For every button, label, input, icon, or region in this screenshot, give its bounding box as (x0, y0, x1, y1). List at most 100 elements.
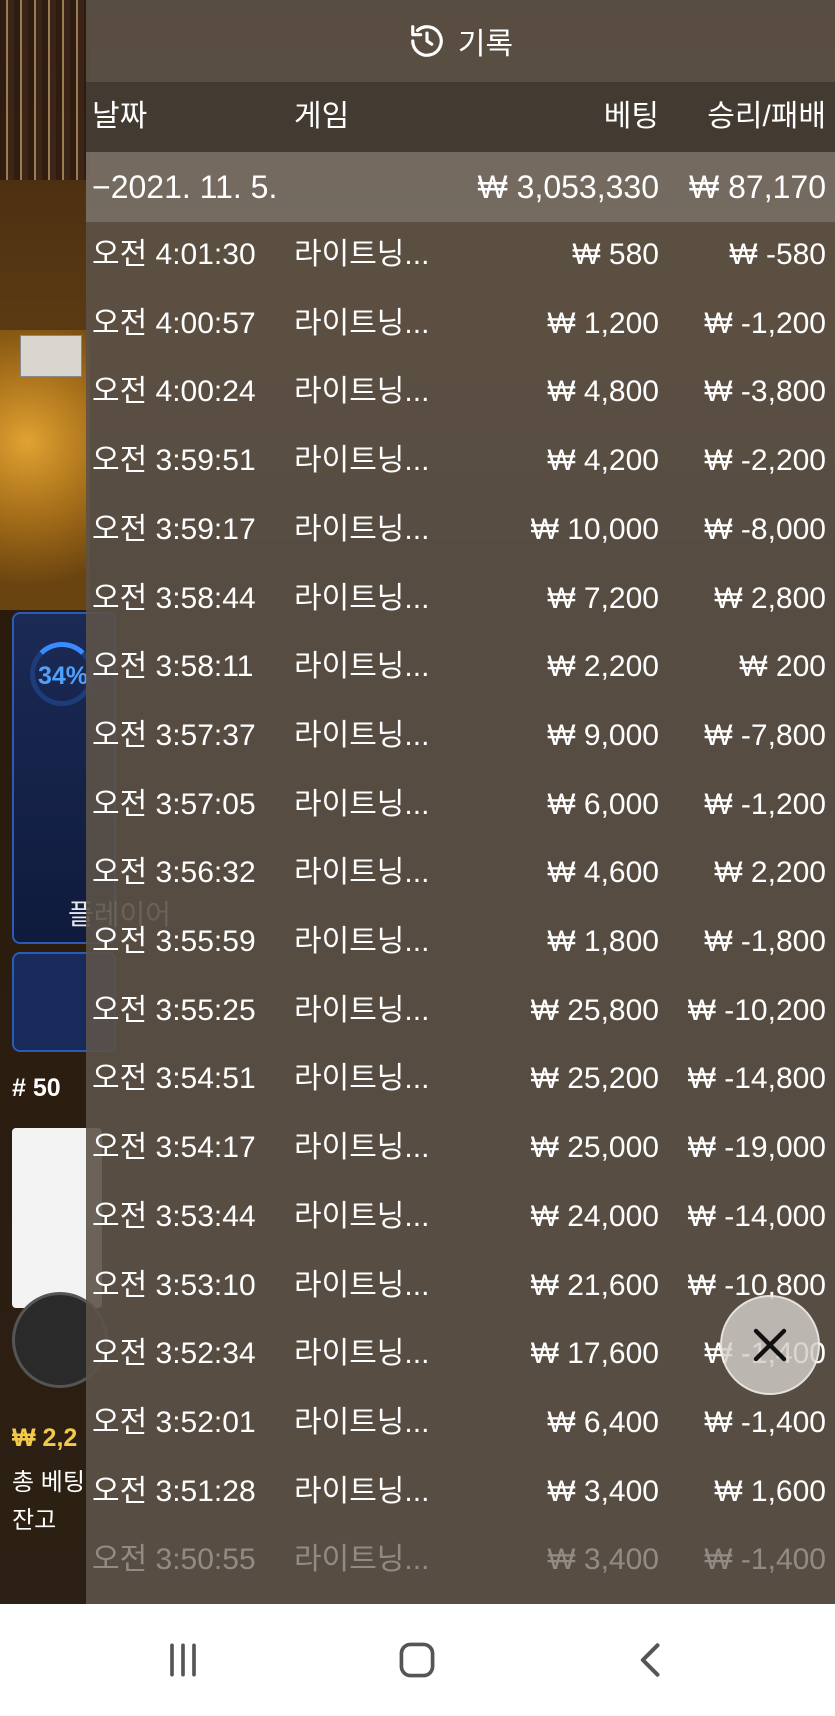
history-title: 기록 (457, 28, 514, 61)
row-win-loss: ₩ -10,200 (687, 993, 826, 1027)
row-bet: ₩ 580 (572, 238, 659, 271)
row-time: 오전 3:50:55 (92, 1543, 256, 1577)
row-bet: ₩ 6,000 (547, 787, 659, 821)
row-win-loss: ₩ -1,400 (704, 1405, 826, 1439)
row-game: 라이트닝... (294, 581, 430, 615)
row-win-loss: ₩ 200 (739, 650, 826, 684)
row-win-loss: ₩ -580 (729, 238, 826, 271)
round-number: # 50 (12, 1074, 61, 1102)
balance-amount: ₩ 2,2 (12, 1424, 78, 1452)
row-time: 오전 3:59:51 (92, 444, 256, 478)
row-win-loss: ₩ 2,800 (714, 581, 826, 615)
row-bet: ₩ 4,800 (547, 375, 659, 409)
row-time: 오전 3:55:59 (92, 925, 256, 958)
row-game: 라이트닝... (294, 925, 430, 958)
column-bet: 베팅 (603, 100, 659, 133)
table-row[interactable]: 오전 3:57:37 라이트닝... ₩ 9,000 ₩ -7,800 (86, 703, 835, 771)
table-row[interactable]: 오전 3:59:17 라이트닝... ₩ 10,000 ₩ -8,000 (86, 497, 835, 565)
row-game: 라이트닝... (294, 512, 430, 546)
row-bet: ₩ 9,000 (547, 718, 659, 752)
row-win-loss: ₩ -1,400 (704, 1543, 826, 1577)
column-win-loss: 승리/패배 (707, 100, 826, 133)
row-bet: ₩ 1,200 (547, 306, 659, 340)
table-row[interactable]: 오전 4:01:30 라이트닝... ₩ 580 ₩ -580 (86, 222, 835, 290)
casino-lights (0, 0, 90, 180)
row-game: 라이트닝... (294, 1337, 430, 1371)
row-time: 오전 3:54:17 (92, 1131, 256, 1165)
row-time: 오전 4:00:24 (92, 375, 256, 409)
row-bet: ₩ 7,200 (547, 581, 659, 615)
date-group-date: −2021. 11. 5. (92, 169, 278, 205)
table-row[interactable]: 오전 3:53:44 라이트닝... ₩ 24,000 ₩ -14,000 (86, 1184, 835, 1252)
table-row[interactable]: 오전 3:53:10 라이트닝... ₩ 21,600 ₩ -10,800 (86, 1253, 835, 1321)
row-time: 오전 3:57:37 (92, 718, 256, 752)
table-row[interactable]: 오전 4:00:57 라이트닝... ₩ 1,200 ₩ -1,200 (86, 291, 835, 359)
column-game: 게임 (294, 100, 350, 133)
row-win-loss: ₩ -7,800 (704, 718, 826, 752)
row-bet: ₩ 21,600 (530, 1268, 659, 1302)
row-win-loss: ₩ -2,200 (704, 444, 826, 478)
row-bet: ₩ 6,400 (547, 1405, 659, 1439)
row-time: 오전 3:55:25 (92, 993, 256, 1027)
row-time: 오전 3:52:34 (92, 1337, 256, 1371)
row-win-loss: ₩ -1,200 (704, 306, 826, 340)
row-game: 라이트닝... (294, 1474, 430, 1508)
table-row[interactable]: 오전 4:00:24 라이트닝... ₩ 4,800 ₩ -3,800 (86, 359, 835, 427)
table-row[interactable]: 오전 3:59:51 라이트닝... ₩ 4,200 ₩ -2,200 (86, 428, 835, 496)
row-game: 라이트닝... (294, 787, 430, 821)
row-game: 라이트닝... (294, 375, 430, 409)
column-date: 날짜 (92, 100, 148, 133)
row-win-loss: ₩ 1,600 (714, 1474, 826, 1508)
table-row[interactable]: 오전 3:58:44 라이트닝... ₩ 7,200 ₩ 2,800 (86, 566, 835, 634)
table-row[interactable]: 오전 3:58:11 라이트닝... ₩ 2,200 ₩ 200 (86, 634, 835, 702)
row-time: 오전 3:57:05 (92, 787, 256, 821)
row-game: 라이트닝... (294, 306, 430, 340)
table-row[interactable]: 오전 3:55:59 라이트닝... ₩ 1,800 ₩ -1,800 (86, 909, 835, 977)
row-game: 라이트닝... (294, 718, 430, 752)
row-bet: ₩ 4,600 (547, 856, 659, 890)
row-time: 오전 3:58:44 (92, 581, 256, 615)
history-header: 기록 (86, 0, 835, 82)
row-time: 오전 3:51:28 (92, 1474, 256, 1508)
home-button[interactable] (387, 1630, 447, 1690)
balance-label: 잔고 (12, 1507, 57, 1534)
table-row[interactable]: 오전 3:55:25 라이트닝... ₩ 25,800 ₩ -10,200 (86, 978, 835, 1046)
table-row[interactable]: 오전 3:57:05 라이트닝... ₩ 6,000 ₩ -1,200 (86, 772, 835, 840)
row-bet: ₩ 2,200 (547, 650, 659, 684)
player-percent: 34% (38, 662, 89, 690)
date-group-row[interactable]: −2021. 11. 5. ₩ 3,053,330 ₩ 87,170 (86, 152, 835, 222)
close-icon (753, 1328, 787, 1362)
row-win-loss: ₩ 2,200 (714, 856, 826, 890)
row-game: 라이트닝... (294, 650, 430, 684)
row-win-loss: ₩ -19,000 (687, 1131, 826, 1165)
date-group-win-total: ₩ 87,170 (689, 169, 826, 205)
row-time: 오전 3:58:11 (92, 650, 254, 684)
home-icon (399, 1642, 435, 1678)
row-game: 라이트닝... (294, 1199, 430, 1233)
row-bet: ₩ 3,400 (547, 1474, 659, 1508)
history-icon (411, 25, 443, 57)
table-row[interactable]: 오전 3:54:51 라이트닝... ₩ 25,200 ₩ -14,800 (86, 1046, 835, 1114)
close-button[interactable] (720, 1295, 820, 1395)
table-row[interactable]: 오전 3:52:01 라이트닝... ₩ 6,400 ₩ -1,400 (86, 1390, 835, 1458)
row-game: 라이트닝... (294, 1062, 430, 1096)
row-bet: ₩ 3,400 (547, 1543, 659, 1577)
row-bet: ₩ 17,600 (530, 1337, 659, 1371)
row-game: 라이트닝... (294, 993, 430, 1027)
row-time: 오전 4:01:30 (92, 238, 256, 271)
row-time: 오전 3:53:44 (92, 1199, 256, 1233)
recents-button[interactable] (153, 1630, 213, 1690)
table-row[interactable]: 오전 3:50:55 라이트닝... ₩ 3,400 ₩ -1,400 (86, 1527, 835, 1595)
row-time: 오전 4:00:57 (92, 306, 256, 340)
system-nav-bar (0, 1604, 835, 1716)
card-shoe (20, 335, 82, 377)
row-game: 라이트닝... (294, 856, 430, 890)
recents-icon (170, 1643, 196, 1677)
table-row[interactable]: 오전 3:51:28 라이트닝... ₩ 3,400 ₩ 1,600 (86, 1459, 835, 1527)
total-bet-label: 총 베팅 (12, 1469, 85, 1496)
row-time: 오전 3:52:01 (92, 1405, 256, 1439)
row-time: 오전 3:59:17 (92, 512, 256, 546)
table-row[interactable]: 오전 3:54:17 라이트닝... ₩ 25,000 ₩ -19,000 (86, 1115, 835, 1183)
back-button[interactable] (622, 1630, 682, 1690)
table-row[interactable]: 오전 3:56:32 라이트닝... ₩ 4,600 ₩ 2,200 (86, 840, 835, 908)
